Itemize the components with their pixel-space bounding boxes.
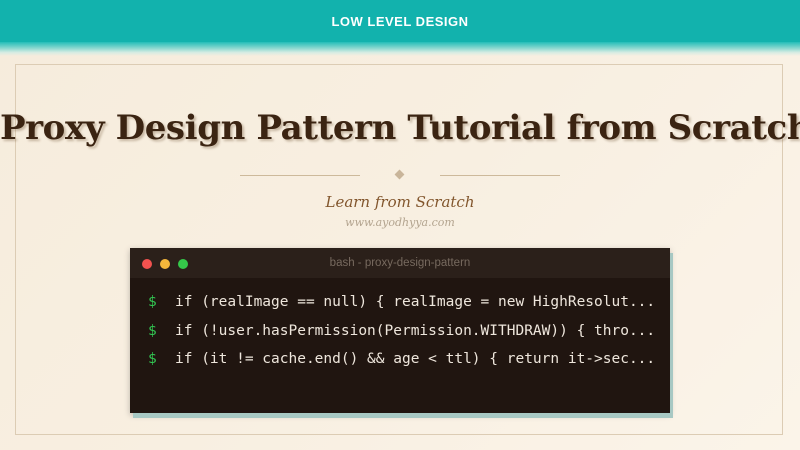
terminal-command: if (realImage == null) { realImage = new… xyxy=(175,294,656,310)
divider-right-line xyxy=(440,175,560,176)
terminal-body: $ if (realImage == null) { realImage = ne… xyxy=(148,288,663,374)
terminal-line: $ if (it != cache.end() && age < ttl) { r… xyxy=(148,345,663,374)
site-url: www.ayodhyya.com xyxy=(345,216,455,229)
terminal-window: bash - proxy-design-pattern $ if (realIma… xyxy=(130,248,670,413)
top-banner: LOW LEVEL DESIGN xyxy=(0,0,800,42)
prompt-symbol: $ xyxy=(148,351,157,367)
terminal-line: $ if (!user.hasPermission(Permission.WITH… xyxy=(148,317,663,346)
terminal-command: if (!user.hasPermission(Permission.WITHD… xyxy=(175,322,656,339)
terminal-titlebar: bash - proxy-design-pattern xyxy=(130,248,670,278)
banner-fade xyxy=(0,42,800,56)
subtitle: Learn from Scratch xyxy=(325,193,475,211)
terminal-line: $ if (realImage == null) { realImage = ne… xyxy=(148,288,663,317)
prompt-symbol: $ xyxy=(148,322,157,339)
terminal-title: bash - proxy-design-pattern xyxy=(329,257,471,269)
prompt-symbol: $ xyxy=(148,294,157,310)
terminal-command: if (it != cache.end() && age < ttl) { re… xyxy=(175,351,656,367)
divider-left-line xyxy=(240,175,360,176)
category-label: LOW LEVEL DESIGN xyxy=(331,13,469,29)
page-title: Proxy Design Pattern Tutorial from Scrat… xyxy=(0,108,800,148)
